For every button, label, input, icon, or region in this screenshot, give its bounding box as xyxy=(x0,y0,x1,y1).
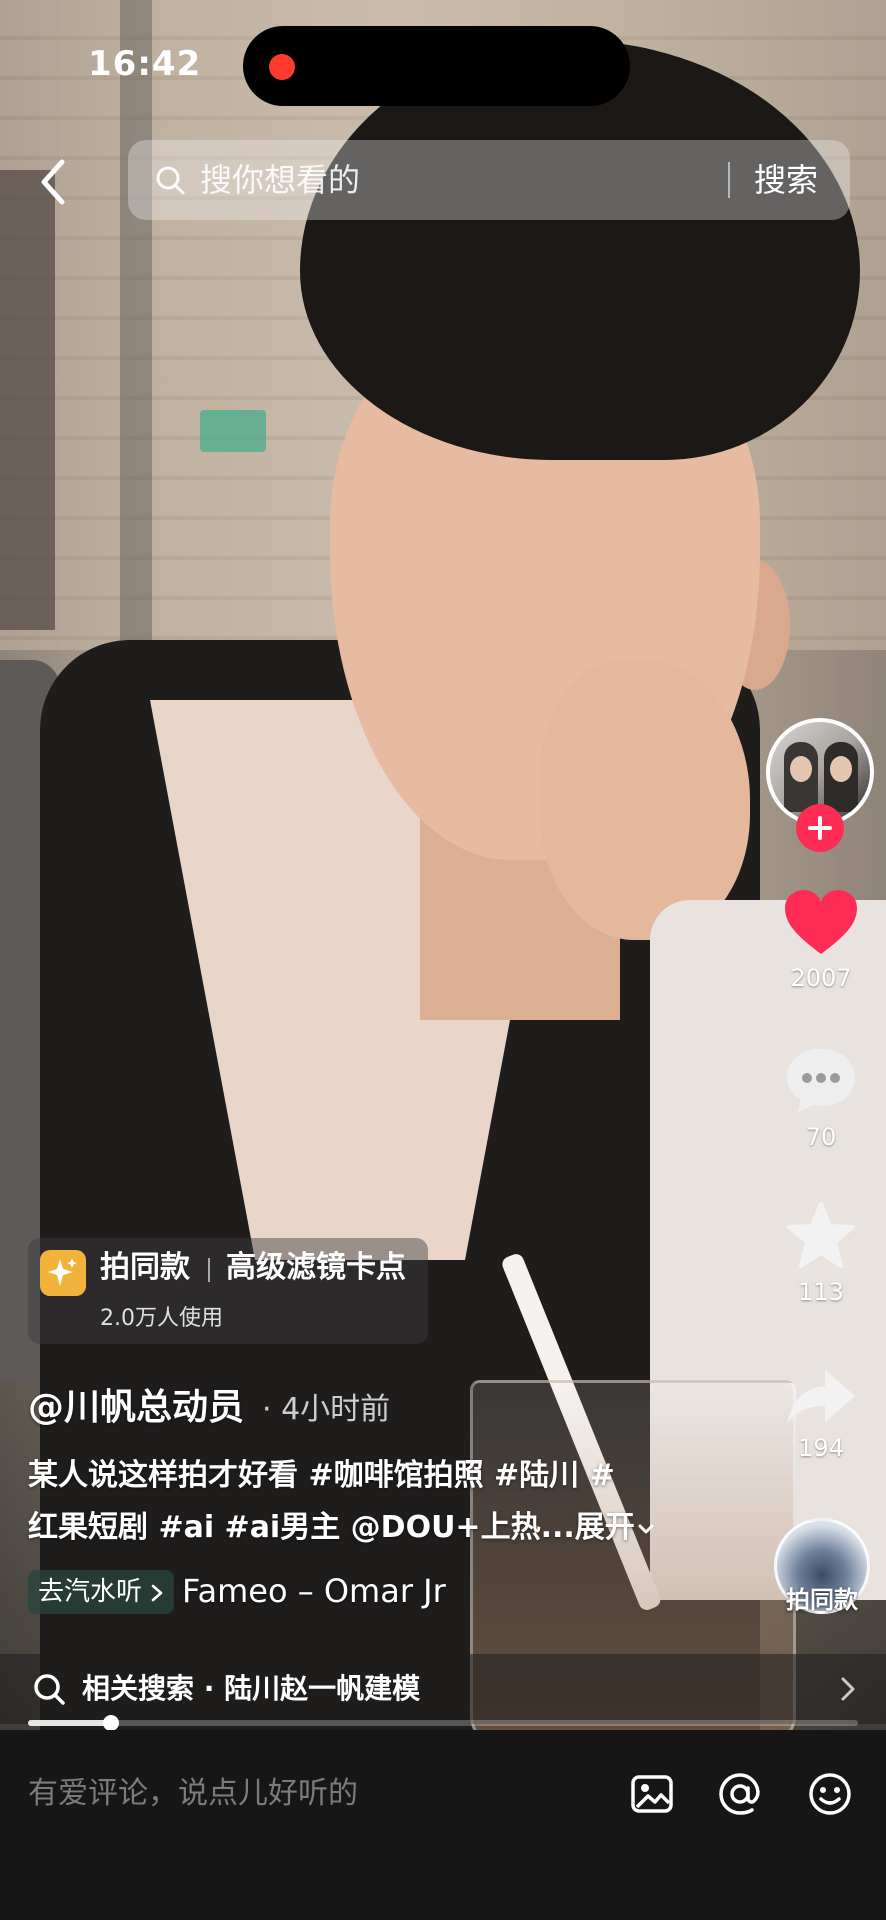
open-in-qishui-button[interactable]: 去汽水听 xyxy=(28,1570,175,1614)
comment-count: 70 xyxy=(805,1123,837,1151)
effect-description: 高级滤镜卡点 xyxy=(226,1250,406,1285)
back-button[interactable] xyxy=(30,152,80,212)
share-icon xyxy=(787,1370,855,1424)
follow-button[interactable] xyxy=(796,804,844,852)
related-search-text: 相关搜索 · 陆川赵一帆建模 xyxy=(82,1672,421,1705)
search-button[interactable]: 搜索 xyxy=(754,158,818,202)
music-name[interactable]: Fameo – Omar Jr xyxy=(182,1568,446,1614)
comment-icon xyxy=(787,1049,855,1113)
star-icon xyxy=(787,1202,855,1268)
status-time: 16:42 xyxy=(88,44,202,84)
search-icon xyxy=(156,166,185,195)
search-icon xyxy=(34,1674,65,1705)
heart-icon xyxy=(785,890,857,954)
search-input[interactable]: 搜你想看的 xyxy=(200,158,360,202)
same-style-label: 拍同款 xyxy=(786,1586,858,1614)
like-count: 2007 xyxy=(790,964,852,992)
progress-fill xyxy=(28,1720,111,1726)
search-bar[interactable]: 搜你想看的 搜索 xyxy=(128,140,850,220)
related-search-bar[interactable]: 相关搜索 · 陆川赵一帆建模 xyxy=(0,1654,886,1724)
video-caption[interactable]: 某人说这样拍才好看 #咖啡馆拍照 #陆川 # 红果短剧 #ai #ai男主 @D… xyxy=(28,1450,678,1554)
author-name[interactable]: @川帆总动员 xyxy=(28,1378,244,1430)
search-divider xyxy=(728,162,730,198)
same-style-sound-button[interactable]: 拍同款 xyxy=(770,1518,874,1618)
effect-card[interactable]: 拍同款 高级滤镜卡点 2.0万人使用 xyxy=(28,1238,428,1344)
share-count: 194 xyxy=(798,1434,844,1462)
sparkle-icon xyxy=(40,1250,86,1296)
favorite-button[interactable]: 113 xyxy=(774,1200,868,1306)
caption-line-2-text: 红果短剧 #ai #ai男主 @DOU+上热... xyxy=(28,1510,575,1545)
recording-dot-icon xyxy=(269,54,295,80)
caption-line-2: 红果短剧 #ai #ai男主 @DOU+上热...展开 xyxy=(28,1502,678,1554)
music-tag-label: 去汽水听 xyxy=(38,1577,143,1607)
progress-handle[interactable] xyxy=(103,1715,119,1731)
chevron-down-icon xyxy=(638,1524,654,1533)
expand-caption-button[interactable]: 展开 xyxy=(575,1510,657,1545)
effect-separator xyxy=(208,1258,210,1282)
avatar-face-right xyxy=(830,756,852,782)
avatar-face-left xyxy=(790,756,812,782)
comment-button[interactable]: 70 xyxy=(774,1045,868,1151)
like-button[interactable]: 2007 xyxy=(774,888,868,992)
plus-icon xyxy=(808,816,832,840)
person-hand xyxy=(540,660,750,940)
expand-label: 展开 xyxy=(574,1510,635,1545)
chevron-right-icon xyxy=(151,1584,163,1601)
emoji-icon[interactable] xyxy=(806,1770,854,1818)
image-icon[interactable] xyxy=(628,1770,676,1818)
effect-name: 拍同款 xyxy=(100,1250,190,1285)
dynamic-island xyxy=(243,26,630,106)
background-sign xyxy=(200,410,266,452)
favorite-count: 113 xyxy=(798,1278,844,1306)
background-window xyxy=(0,170,55,630)
share-button[interactable]: 194 xyxy=(774,1366,868,1462)
comment-bar: 有爱评论，说点儿好听的 xyxy=(0,1730,886,1920)
caption-line-1: 某人说这样拍才好看 #咖啡馆拍照 #陆川 # xyxy=(28,1458,615,1493)
chevron-right-icon xyxy=(841,1677,855,1701)
sparkle-glyph xyxy=(48,1258,77,1286)
back-chevron-icon xyxy=(41,159,65,205)
comment-input[interactable]: 有爱评论，说点儿好听的 xyxy=(28,1772,358,1816)
post-time: · 4小时前 xyxy=(262,1392,391,1427)
video-progress-bar[interactable] xyxy=(28,1715,858,1731)
effect-user-count: 2.0万人使用 xyxy=(100,1306,223,1331)
at-icon[interactable] xyxy=(716,1770,764,1818)
background-pillar xyxy=(120,0,152,640)
